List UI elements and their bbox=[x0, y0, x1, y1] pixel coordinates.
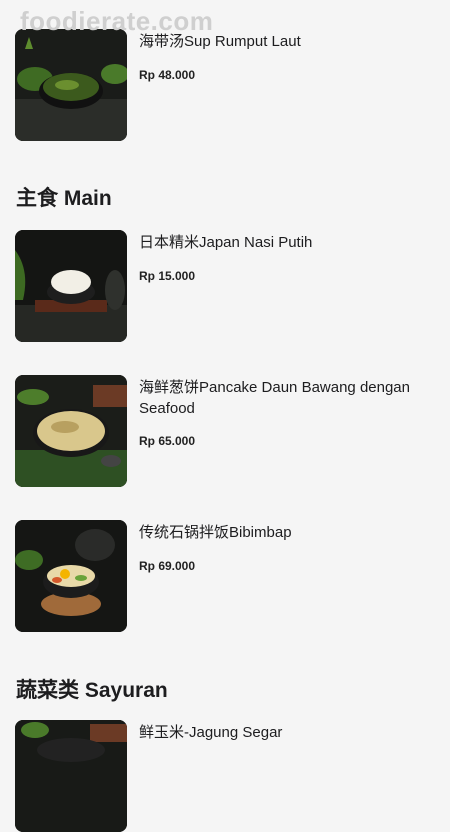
menu-item-name: 传统石锅拌饭Bibimbap bbox=[139, 524, 292, 541]
menu-item-price: Rp 69.000 bbox=[139, 559, 196, 573]
menu-item-price: Rp 48.000 bbox=[139, 68, 196, 82]
menu-item-seaweed-soup[interactable]: 海带汤Sup Rumput Laut Rp 48.000 bbox=[15, 29, 435, 141]
menu-item-bibimbap[interactable]: 传统石锅拌饭Bibimbap Rp 69.000 bbox=[15, 520, 435, 632]
pancake-photo bbox=[15, 375, 127, 487]
menu-item-pancake[interactable]: 海鲜葱饼Pancake Daun Bawang dengan Seafood R… bbox=[15, 375, 435, 487]
menu-item-name: 鲜玉米-Jagung Segar bbox=[139, 724, 283, 741]
menu-item-price: Rp 65.000 bbox=[139, 434, 196, 448]
section-title-veg: 蔬菜类 Sayuran bbox=[16, 679, 168, 702]
menu-item-name: 日本精米Japan Nasi Putih bbox=[139, 234, 313, 251]
rice-bowl-photo bbox=[15, 230, 127, 342]
menu-item-corn[interactable]: 鲜玉米-Jagung Segar bbox=[15, 720, 435, 832]
seaweed-soup-photo bbox=[15, 29, 127, 141]
menu-item-rice[interactable]: 日本精米Japan Nasi Putih Rp 15.000 bbox=[15, 230, 435, 342]
bibimbap-photo bbox=[15, 520, 127, 632]
watermark-logo: foodierate.com bbox=[20, 6, 214, 36]
corn-photo bbox=[15, 720, 127, 832]
menu-item-price: Rp 15.000 bbox=[139, 269, 196, 283]
section-title-main: 主食 Main bbox=[16, 187, 112, 210]
menu-item-name: 海鲜葱饼Pancake Daun Bawang dengan Seafood bbox=[139, 379, 410, 417]
